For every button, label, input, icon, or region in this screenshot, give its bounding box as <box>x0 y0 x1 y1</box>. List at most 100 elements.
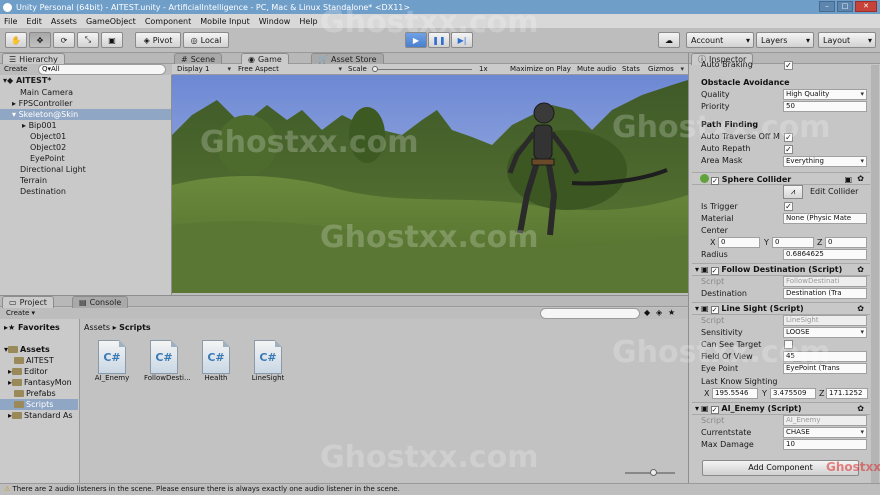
folder-item-selected[interactable]: Scripts <box>0 399 78 410</box>
menu-window[interactable]: Window <box>259 17 291 26</box>
tab-project[interactable]: ▭ Project <box>2 296 54 308</box>
list-item[interactable]: Directional Light <box>0 164 171 175</box>
inspector-scrollbar[interactable] <box>871 65 879 483</box>
follow-destination-header[interactable]: ▾ ▣ ✓ Follow Destination (Script) ✿ <box>692 263 870 276</box>
rect-tool-button[interactable]: ▣ <box>101 32 123 48</box>
menu-help[interactable]: Help <box>299 17 317 26</box>
area-mask-dropdown[interactable]: Everything <box>783 156 867 167</box>
ai-enemy-header[interactable]: ▾ ▣ ✓ AI_Enemy (Script) ✿ <box>692 402 870 415</box>
tab-console[interactable]: ▤ Console <box>72 296 129 308</box>
assets-node[interactable]: ▾ Assets <box>0 344 78 355</box>
mute-audio-toggle[interactable]: Mute audio <box>577 64 616 75</box>
scale-slider[interactable] <box>374 69 472 70</box>
component-enabled-checkbox[interactable]: ✓ <box>710 267 719 275</box>
component-enabled-checkbox[interactable]: ✓ <box>710 406 719 414</box>
gear-icon[interactable]: ✿ <box>857 303 864 314</box>
material-field[interactable]: None (Physic Mate <box>783 213 867 224</box>
gear-icon[interactable]: ✿ <box>857 264 864 275</box>
favorites-node[interactable]: ▸★ Favorites <box>0 322 78 333</box>
auto-repath-checkbox[interactable]: ✓ <box>784 145 793 154</box>
list-item[interactable]: Object02 <box>0 142 171 153</box>
script-file-linesight[interactable]: C# LineSight <box>248 340 288 382</box>
script-file-follow-destination[interactable]: C# FollowDesti... <box>144 340 191 382</box>
auto-braking-checkbox[interactable]: ✓ <box>784 61 793 70</box>
menu-component[interactable]: Component <box>145 17 191 26</box>
folder-item[interactable]: ▸ Editor <box>0 366 78 377</box>
maximize-on-play-toggle[interactable]: Maximize on Play <box>510 64 571 75</box>
line-sight-header[interactable]: ▾ ▣ ✓ Line Sight (Script) ✿ <box>692 302 870 315</box>
current-state-dropdown[interactable]: CHASE <box>783 427 867 438</box>
display-dropdown[interactable]: Display 1 <box>177 64 233 75</box>
center-y-field[interactable]: 0 <box>772 237 814 248</box>
filter-label-icon[interactable]: ◈ <box>656 308 662 317</box>
move-tool-button[interactable]: ✥ <box>29 32 51 48</box>
list-item[interactable]: Destination <box>0 186 171 197</box>
scene-tab-strip: # Scene ◉ Game 🛒 Asset Store <box>172 53 688 65</box>
scale-tool-button[interactable]: ⤡ <box>77 32 99 48</box>
list-item[interactable]: EyePoint <box>0 153 171 164</box>
close-button[interactable]: ✕ <box>855 1 877 12</box>
script-file-health[interactable]: C# Health <box>196 340 236 382</box>
center-x-field[interactable]: 0 <box>718 237 760 248</box>
list-item-selected[interactable]: ▾ Skeleton@Skin <box>0 109 171 120</box>
game-viewport[interactable] <box>172 75 688 293</box>
sphere-collider-header[interactable]: ✓ Sphere Collider ▣ ✿ <box>692 172 870 185</box>
list-item[interactable]: ▸ Bip001 <box>0 120 171 131</box>
help-icon[interactable]: ▣ <box>844 174 852 185</box>
create-dropdown[interactable]: Create <box>4 64 27 75</box>
project-create-dropdown[interactable]: Create ▾ <box>6 308 35 319</box>
folder-item[interactable]: Prefabs <box>0 388 78 399</box>
folder-item[interactable]: AITEST <box>0 355 78 366</box>
maximize-button[interactable]: □ <box>837 1 853 12</box>
favorite-star-icon[interactable]: ★ <box>668 308 675 317</box>
breadcrumb-assets[interactable]: Assets <box>84 323 110 332</box>
layers-dropdown[interactable]: Layers ▾ <box>756 32 814 48</box>
menu-mobile-input[interactable]: Mobile Input <box>200 17 250 26</box>
hierarchy-tab-strip: ☰ Hierarchy <box>0 53 172 65</box>
hierarchy-search-input[interactable]: Q▾All <box>38 64 166 75</box>
status-message[interactable]: There are 2 audio listeners in the scene… <box>13 485 400 493</box>
list-item[interactable]: ▸ FPSController <box>0 98 171 109</box>
last-x-field[interactable]: 195.5546 <box>712 388 758 399</box>
icon-size-slider-thumb[interactable] <box>650 469 657 476</box>
component-enabled-checkbox[interactable]: ✓ <box>711 177 719 185</box>
aspect-dropdown[interactable]: Free Aspect <box>238 64 344 75</box>
list-item[interactable]: Main Camera <box>0 87 171 98</box>
menu-assets[interactable]: Assets <box>51 17 77 26</box>
menu-gameobject[interactable]: GameObject <box>86 17 136 26</box>
scale-slider-thumb[interactable] <box>372 66 378 72</box>
pivot-button[interactable]: ◈ Pivot <box>135 32 181 48</box>
filter-type-icon[interactable]: ◆ <box>644 308 650 317</box>
scene-root[interactable]: ▾◆ AITEST* <box>0 75 171 86</box>
center-z-field[interactable]: 0 <box>825 237 867 248</box>
breadcrumb-scripts[interactable]: Scripts <box>119 323 151 332</box>
max-damage-field[interactable]: 10 <box>783 439 867 450</box>
menu-edit[interactable]: Edit <box>26 17 42 26</box>
menu-file[interactable]: File <box>4 17 17 26</box>
folder-item[interactable]: ▸ FantasyMon <box>0 377 78 388</box>
last-z-field[interactable]: 171.1252 <box>826 388 868 399</box>
last-y-field[interactable]: 3.475509 <box>770 388 816 399</box>
list-item[interactable]: Object01 <box>0 131 171 142</box>
radius-field[interactable]: 0.6864625 <box>783 249 867 260</box>
component-enabled-checkbox[interactable]: ✓ <box>710 306 719 314</box>
quality-dropdown[interactable]: High Quality <box>783 89 867 100</box>
rotate-tool-button[interactable]: ⟳ <box>53 32 75 48</box>
stats-toggle[interactable]: Stats <box>622 64 640 75</box>
gear-icon[interactable]: ✿ <box>857 173 864 184</box>
gizmos-dropdown[interactable]: Gizmos <box>648 64 686 75</box>
cloud-button[interactable]: ☁ <box>658 32 680 48</box>
local-button[interactable]: ◎ Local <box>183 32 229 48</box>
folder-item[interactable]: ▸ Standard As <box>0 410 78 421</box>
layout-dropdown[interactable]: Layout ▾ <box>818 32 876 48</box>
minimize-button[interactable]: – <box>819 1 835 12</box>
hand-tool-button[interactable]: ✋ <box>5 32 27 48</box>
destination-field[interactable]: Destination (Tra <box>783 288 867 299</box>
is-trigger-checkbox[interactable]: ✓ <box>784 202 793 211</box>
script-file-ai-enemy[interactable]: C# AI_Enemy <box>92 340 132 382</box>
list-item[interactable]: Terrain <box>0 175 171 186</box>
gear-icon[interactable]: ✿ <box>857 403 864 414</box>
edit-collider-button[interactable]: ⩘ <box>783 185 803 199</box>
account-dropdown[interactable]: Account ▾ <box>686 32 754 48</box>
project-search-input[interactable] <box>540 308 640 319</box>
